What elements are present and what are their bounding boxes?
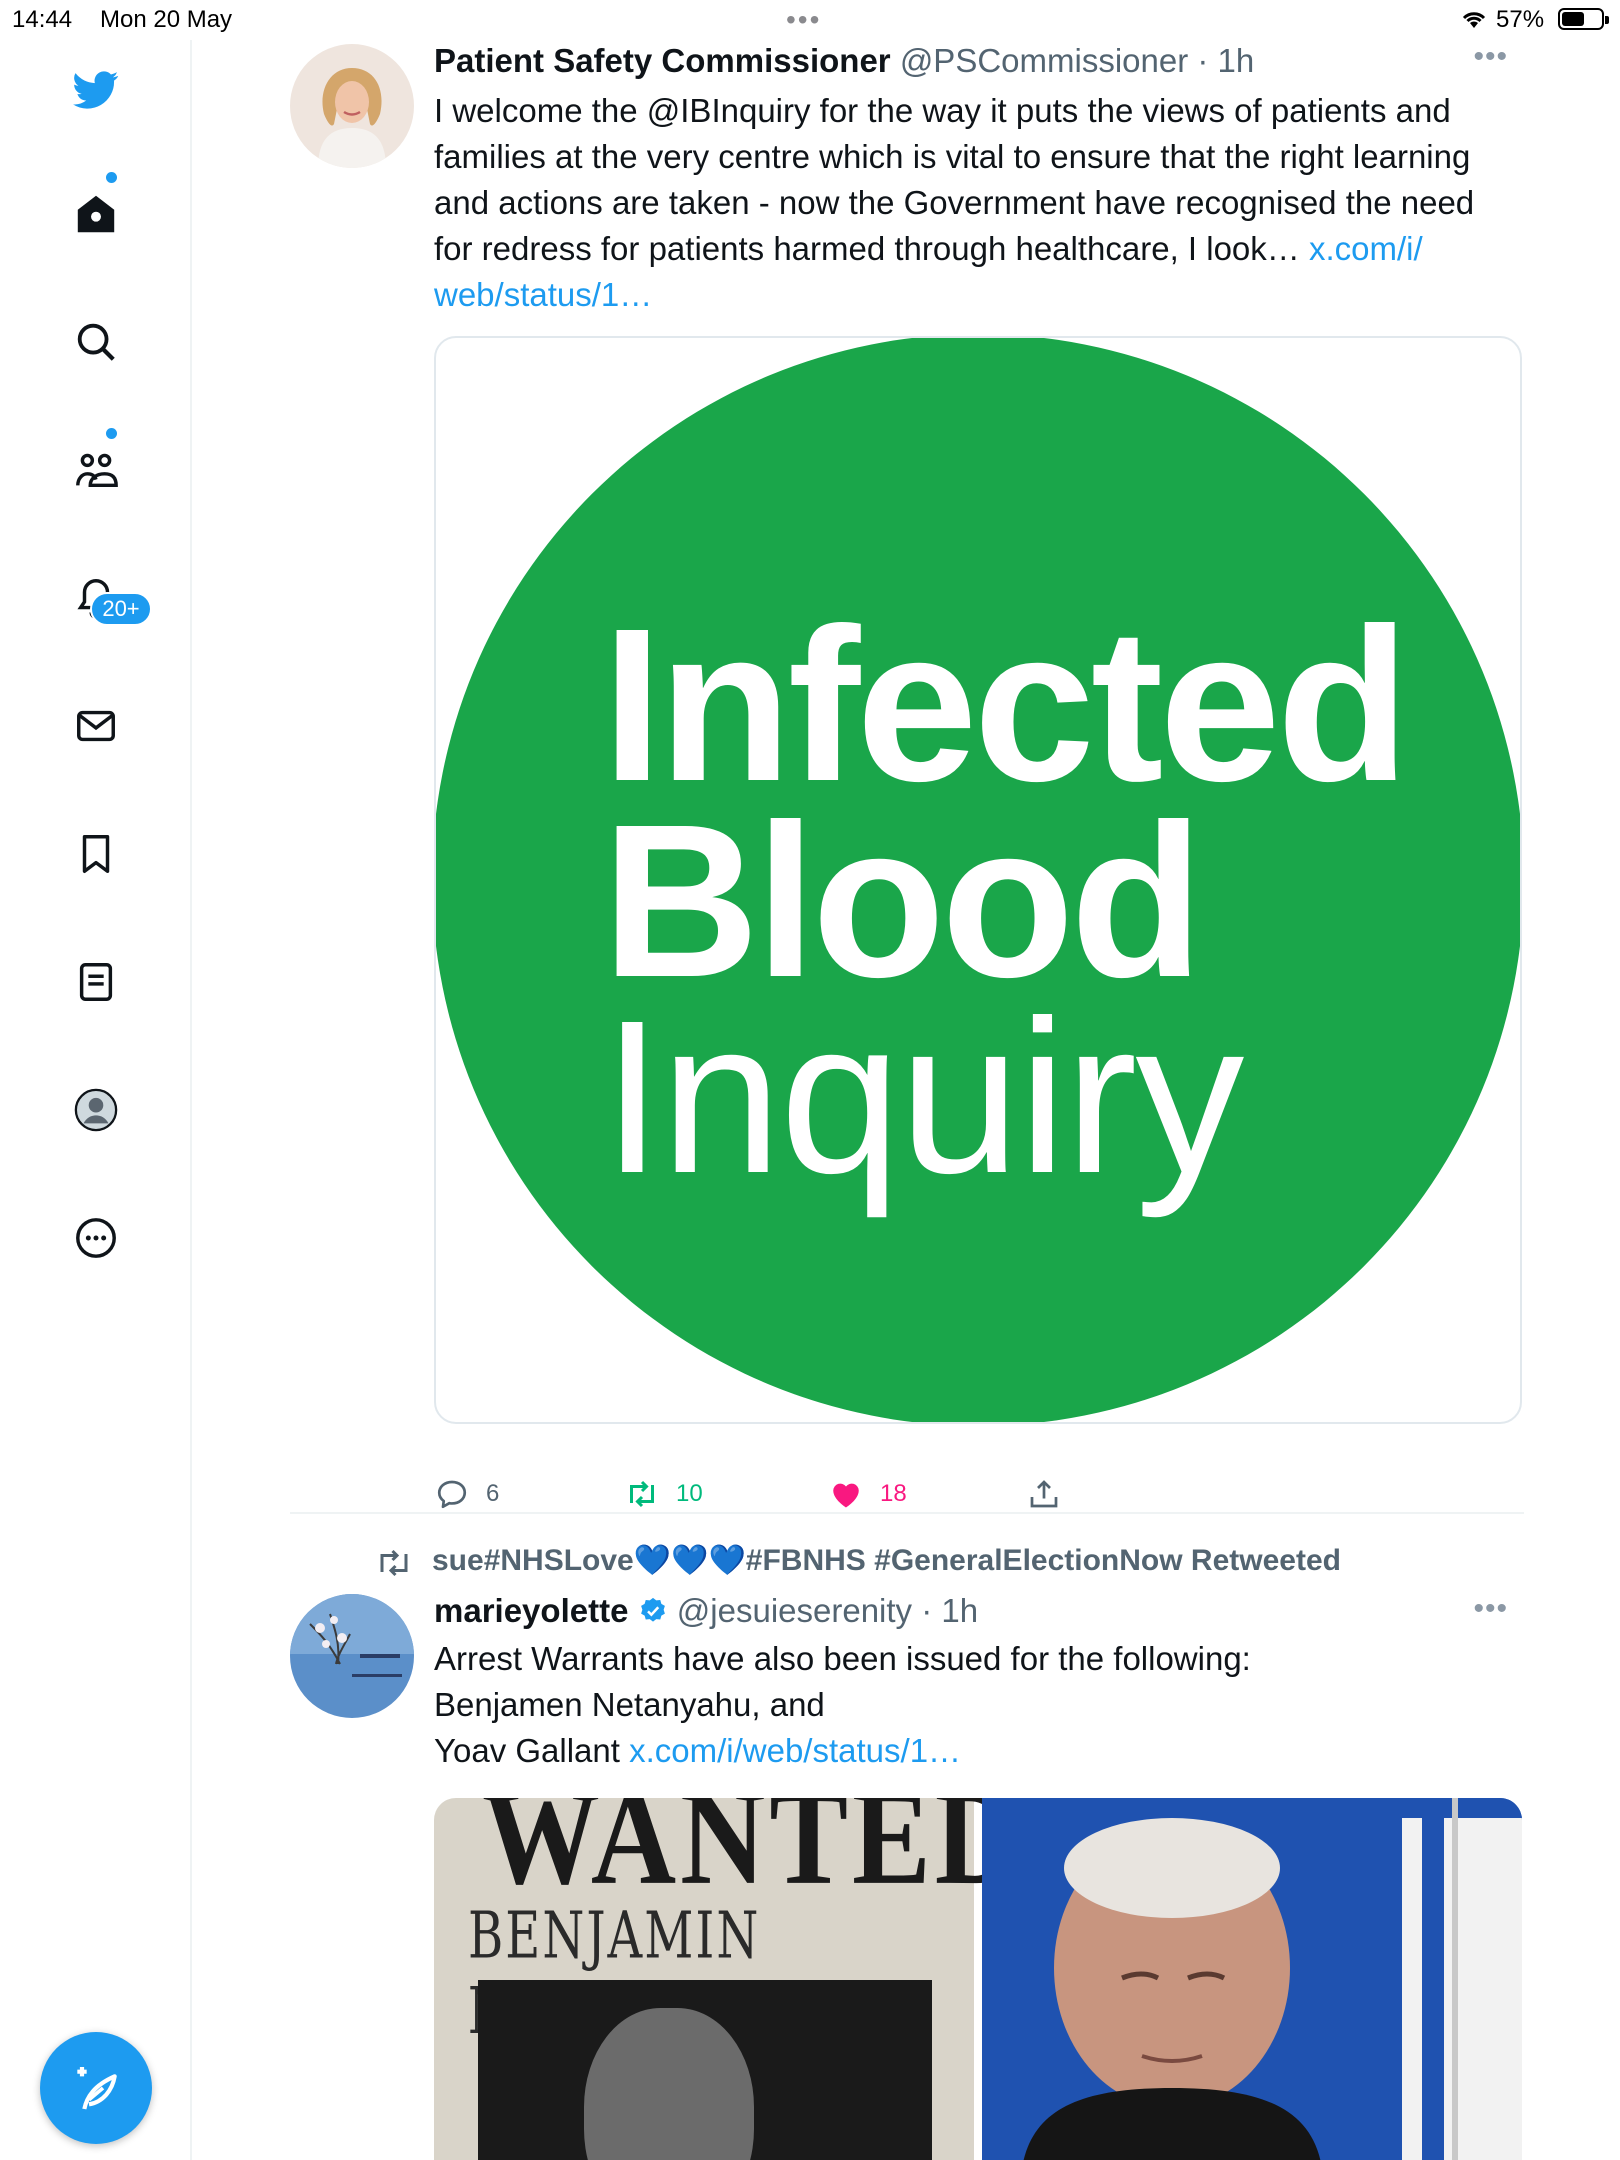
tweet-divider: [290, 1512, 1524, 1514]
compose-feather-icon: [77, 2067, 117, 2110]
profile-icon[interactable]: [66, 1080, 126, 1140]
dot-separator: ·: [912, 1592, 942, 1629]
search-icon[interactable]: [66, 312, 126, 372]
tweet-link-continued[interactable]: web/status/1…: [434, 276, 652, 313]
dot-separator: ·: [1188, 42, 1218, 79]
status-date: Mon 20 May: [100, 6, 233, 33]
tweet-text-line: for redress for patients harmed through …: [434, 230, 1309, 267]
tweet-image[interactable]: Infected Blood Inquiry: [434, 336, 1522, 1424]
tweet-text-line: families at the very centre which is vit…: [434, 138, 1471, 175]
wanted-poster-image[interactable]: WANTED BENJAMIN NETANYAHU: [434, 1798, 1020, 2160]
share-button[interactable]: [1026, 1476, 1062, 1512]
user-handle[interactable]: @jesuieserenity: [677, 1592, 912, 1629]
compose-tweet-button[interactable]: [40, 2032, 152, 2144]
reply-button[interactable]: 6: [434, 1476, 499, 1512]
like-button[interactable]: 18: [828, 1476, 907, 1512]
timestamp[interactable]: 1h: [941, 1592, 978, 1629]
avatar[interactable]: [290, 44, 414, 168]
tweet-link[interactable]: x.com/i/web/status/1…: [629, 1732, 961, 1769]
retweeted-icon: [380, 1549, 408, 1577]
tweet-text: I welcome the @IBInquiry for the way it …: [434, 88, 1524, 318]
reply-icon: [437, 1480, 467, 1509]
tweet-text-line: I welcome the @IBInquiry for the way it …: [434, 92, 1451, 129]
notifications-badge: 20+: [90, 592, 152, 626]
lists-icon[interactable]: [66, 952, 126, 1012]
heart-filled-icon: [833, 1483, 859, 1508]
logo-text-line: Blood: [602, 780, 1203, 1023]
portrait-photo: [982, 1798, 1522, 2160]
tweet-image-grid: WANTED BENJAMIN NETANYAHU: [434, 1798, 1522, 2160]
tweet-text: Arrest Warrants have also been issued fo…: [434, 1636, 1524, 1774]
logo-text-line: Infected: [602, 584, 1410, 827]
twitter-bird-icon[interactable]: [66, 60, 126, 120]
communities-unread-dot: [106, 428, 117, 439]
more-options-icon[interactable]: •••: [1473, 40, 1508, 74]
tweet-text-line: Arrest Warrants have also been issued fo…: [434, 1640, 1251, 1677]
home-unread-dot: [106, 172, 117, 183]
multitasking-dots-icon[interactable]: •••: [786, 4, 821, 36]
portrait-image[interactable]: [982, 1798, 1522, 2160]
logo-text: Infected Blood Inquiry: [602, 584, 1410, 1219]
home-icon[interactable]: [66, 184, 126, 244]
like-count: 18: [880, 1480, 907, 1507]
sidebar: 20+: [0, 40, 192, 2160]
tweet-card[interactable]: Patient Safety Commissioner @PSCommissio…: [290, 40, 1522, 1509]
messages-icon[interactable]: [66, 696, 126, 756]
more-options-icon[interactable]: •••: [1473, 1592, 1508, 1626]
retweet-count: 10: [676, 1480, 703, 1507]
battery-percentage: 57%: [1496, 6, 1545, 33]
reply-count: 6: [486, 1480, 500, 1507]
more-icon[interactable]: [66, 1208, 126, 1268]
logo-text-line: Inquiry: [602, 976, 1244, 1219]
tweet-header: marieyolette @jesuieserenity · 1h: [434, 1592, 978, 1630]
bookmarks-icon[interactable]: [66, 824, 126, 884]
battery-icon: [1558, 8, 1609, 30]
retweet-button[interactable]: 10: [624, 1476, 703, 1512]
tweet-header: Patient Safety Commissioner @PSCommissio…: [434, 42, 1254, 80]
timestamp[interactable]: 1h: [1218, 42, 1255, 79]
user-handle[interactable]: @PSCommissioner: [900, 42, 1188, 79]
share-icon: [1030, 1480, 1058, 1508]
display-name[interactable]: Patient Safety Commissioner: [434, 42, 891, 79]
communities-icon[interactable]: [66, 440, 126, 500]
status-time: 14:44: [12, 6, 73, 33]
wifi-icon: [1462, 12, 1486, 28]
status-bar: 14:44 Mon 20 May ••• 57%: [0, 0, 1620, 40]
tweet-text-line: and actions are taken - now the Governme…: [434, 184, 1475, 221]
verified-badge-icon: [640, 1597, 665, 1622]
avatar[interactable]: [290, 1594, 414, 1718]
tweet-link[interactable]: x.com/i/: [1309, 230, 1423, 267]
tweet-text-line: Yoav Gallant: [434, 1732, 630, 1769]
retweet-icon: [630, 1480, 654, 1508]
retweeted-by-label[interactable]: sue#NHSLove💙💙💙#FBNHS #GeneralElectionNow…: [432, 1543, 1341, 1578]
display-name[interactable]: marieyolette: [434, 1592, 628, 1629]
tweet-text-line: Benjamen Netanyahu, and: [434, 1686, 825, 1723]
